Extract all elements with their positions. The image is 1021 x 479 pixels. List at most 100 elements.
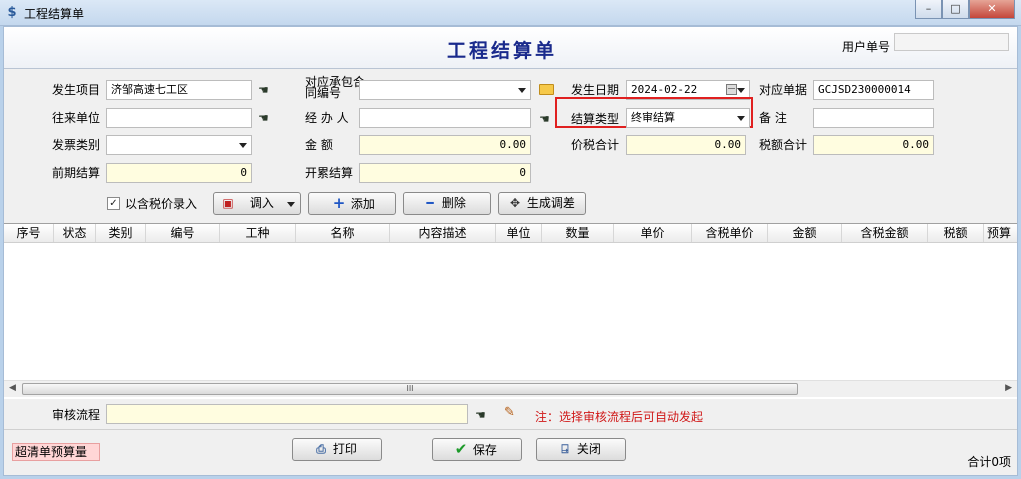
remark-field[interactable] [813,108,934,128]
import-button-label: 调入 [249,196,274,210]
audit-field[interactable] [106,404,468,424]
app-icon: $ [7,5,17,20]
chevron-down-icon [737,116,745,121]
column-header[interactable]: 含税单价 [692,224,768,242]
partner-field[interactable] [106,108,252,128]
close-button-label: 关闭 [576,442,601,456]
scrollbar-thumb[interactable]: III [22,383,798,395]
column-header[interactable]: 类别 [96,224,146,242]
tax-amount-field[interactable]: 0.00 [813,135,934,155]
generate-adjust-button[interactable]: ✥ 生成调差 [498,192,586,215]
prev-settle-field[interactable]: 0 [106,163,252,183]
column-header[interactable]: 内容描述 [390,224,496,242]
column-header[interactable]: 名称 [296,224,390,242]
print-button-label: 打印 [332,442,357,456]
import-icon: ▣ [222,196,234,210]
chevron-down-icon [239,143,247,148]
chevron-down-icon [737,88,745,93]
scroll-right-icon[interactable]: ▶ [1005,383,1012,393]
column-header[interactable]: 税额 [928,224,984,242]
invoice-type-select[interactable] [106,135,252,155]
handler-field[interactable] [359,108,531,128]
project-label: 发生项目 [52,83,101,97]
column-header[interactable]: 数量 [542,224,614,242]
title-bar: $ 工程结算单 – □ ✕ [0,0,1021,26]
settle-type-value: 终审结算 [631,111,675,124]
tax-total-label: 价税合计 [571,138,620,152]
column-header[interactable]: 状态 [54,224,96,242]
save-button[interactable]: ✔ 保存 [432,438,522,461]
column-header[interactable]: 工种 [220,224,296,242]
folder-icon[interactable] [539,84,554,95]
tax-total-field[interactable]: 0.00 [626,135,746,155]
generate-adjust-label: 生成调差 [526,196,575,210]
horizontal-scrollbar[interactable]: ◀ III ▶ [4,380,1017,397]
scroll-left-icon[interactable]: ◀ [9,383,16,393]
maximize-icon[interactable]: □ [942,0,969,19]
add-button[interactable]: + 添加 [308,192,396,215]
over-budget-tag: 超清单预算量 [12,443,100,461]
delete-button-label: 删除 [441,196,466,210]
ref-doc-field[interactable]: GCJSD230000014 [813,80,934,100]
date-label: 发生日期 [571,83,620,97]
checkmark-icon: ✔ [454,440,468,458]
import-button[interactable]: ▣ 调入 [213,192,301,215]
user-no-label: 用户单号 [842,40,891,54]
close-button[interactable]: ⍈ 关闭 [536,438,626,461]
delete-button[interactable]: ━ 删除 [403,192,491,215]
audit-label: 审核流程 [52,408,101,422]
remark-label: 备 注 [759,111,787,125]
plus-icon: + [332,194,346,212]
chevron-down-icon [287,202,295,207]
pointer-hand-icon[interactable]: ☚ [258,83,269,97]
pointer-hand-icon[interactable]: ☚ [258,111,269,125]
brush-icon[interactable]: ✎ [504,405,522,423]
divider [4,429,1017,430]
total-count: 合计0项 [967,455,1011,469]
column-header[interactable]: 编号 [146,224,220,242]
minus-icon: ━ [426,196,434,210]
cumulative-field[interactable]: 0 [359,163,531,183]
contract-no-label: 对应承包合同编号 [305,75,366,100]
contract-no-select[interactable] [359,80,531,100]
date-value: 2024-02-22 [631,83,698,96]
amount-field[interactable]: 0.00 [359,135,531,155]
partner-label: 往来单位 [52,111,101,125]
amount-label: 金 额 [305,138,333,152]
column-header[interactable]: 单价 [614,224,692,242]
detail-grid[interactable]: 序号 状态 类别 编号 工种 名称 内容描述 单位 数量 单价 含税单价 金额 … [4,223,1017,399]
adjust-icon: ✥ [509,196,521,210]
column-header[interactable]: 含税金额 [842,224,928,242]
ref-doc-label: 对应单据 [759,83,808,97]
calendar-icon[interactable] [726,84,737,95]
column-header[interactable]: 预算 [984,224,1017,242]
pointer-hand-icon[interactable]: ☚ [475,408,486,422]
add-button-label: 添加 [350,197,375,211]
settle-type-select[interactable]: 终审结算 [626,108,750,128]
tax-price-checkbox[interactable]: ✓ [107,197,120,210]
save-button-label: 保存 [472,443,497,457]
grid-header: 序号 状态 类别 编号 工种 名称 内容描述 单位 数量 单价 含税单价 金额 … [4,224,1017,243]
close-icon[interactable]: ✕ [969,0,1015,19]
column-header[interactable]: 序号 [4,224,54,242]
form-client-area: 工程结算单 用户单号 发生项目 济邹高速七工区 ☚ 往来单位 ☚ 发票类别 前期… [3,26,1018,476]
handler-label: 经 办 人 [305,111,349,125]
window-title: 工程结算单 [24,7,85,21]
tax-amount-label: 税额合计 [759,138,808,152]
exit-door-icon: ⍈ [561,442,569,456]
chevron-down-icon [518,88,526,93]
pointer-hand-icon[interactable]: ☚ [539,112,550,126]
minimize-icon[interactable]: – [915,0,942,19]
form-header: 工程结算单 用户单号 [4,27,1017,69]
project-field[interactable]: 济邹高速七工区 [106,80,252,100]
column-header[interactable]: 单位 [496,224,542,242]
column-header[interactable]: 金额 [768,224,842,242]
user-no-field[interactable] [894,33,1009,51]
prev-settle-label: 前期结算 [52,166,101,180]
settle-type-label: 结算类型 [571,112,620,126]
invoice-type-label: 发票类别 [52,138,101,152]
print-button[interactable]: ⎙ 打印 [292,438,382,461]
window-controls: – □ ✕ [915,0,1015,19]
audit-note: 注：选择审核流程后可自动发起 [535,410,704,424]
tax-price-label: 以含税价录入 [125,197,198,211]
